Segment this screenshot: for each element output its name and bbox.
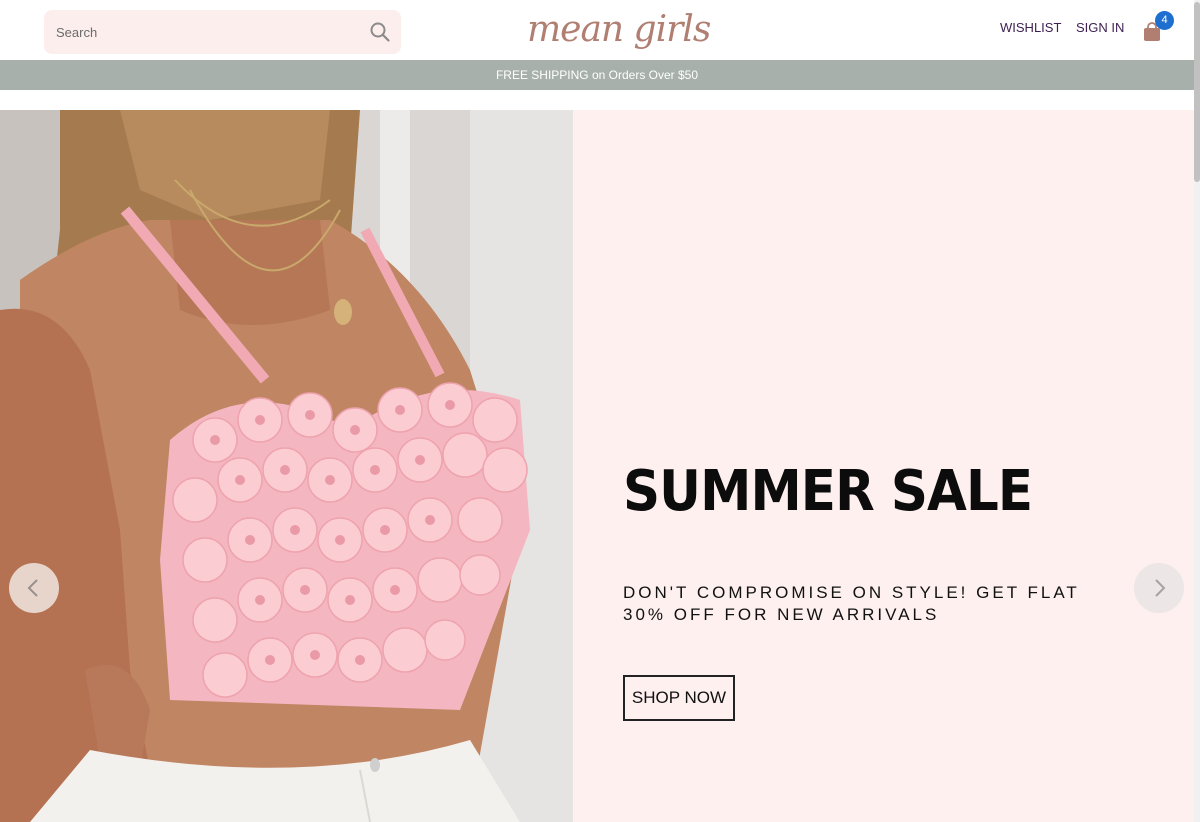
search-bar — [44, 10, 401, 54]
cart-count-badge: 4 — [1155, 11, 1174, 30]
chevron-right-icon[interactable] — [1134, 563, 1184, 613]
hero-subtitle: DON'T COMPROMISE ON STYLE! GET FLAT 30% … — [623, 583, 1080, 624]
chevron-left-icon[interactable] — [9, 563, 59, 613]
page: mean girls WISHLIST SIGN IN 4 FREE SHIPP… — [0, 0, 1200, 822]
hero-title: SUMMER SALE — [623, 459, 1033, 524]
shop-now-button[interactable]: SHOP NOW — [623, 675, 735, 721]
search-icon[interactable] — [369, 21, 391, 43]
hero-carousel: SUMMER SALE DON'T COMPROMISE ON STYLE! G… — [0, 110, 1194, 822]
sign-in-link[interactable]: SIGN IN — [1076, 20, 1124, 36]
announcement-bar: FREE SHIPPING on Orders Over $50 — [0, 60, 1194, 90]
announcement-text: FREE SHIPPING on Orders Over $50 — [495, 68, 699, 82]
search-input[interactable] — [44, 10, 364, 54]
wishlist-link[interactable]: WISHLIST — [1000, 20, 1061, 36]
page-scrollbar[interactable] — [1194, 0, 1200, 822]
model-photo — [0, 110, 573, 822]
scrollbar-thumb[interactable] — [1194, 2, 1200, 182]
site-header: mean girls WISHLIST SIGN IN 4 — [0, 0, 1194, 60]
site-logo[interactable]: mean girls — [527, 8, 711, 52]
